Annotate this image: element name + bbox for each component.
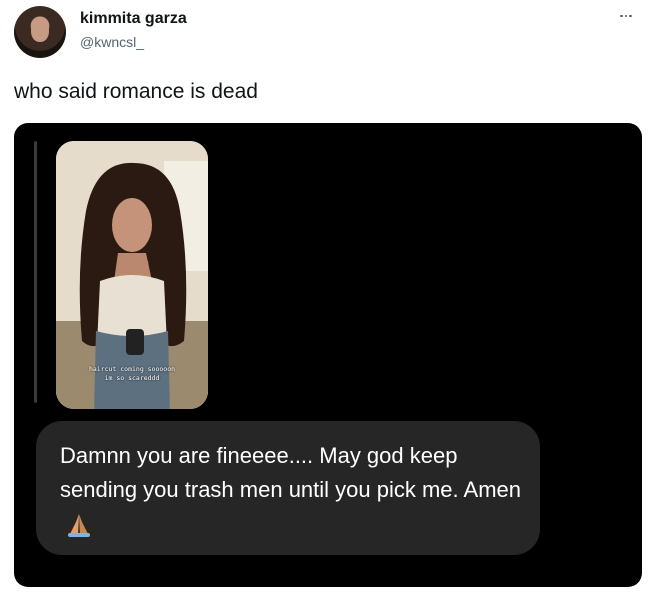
avatar[interactable] xyxy=(14,6,66,58)
praying-hands-icon xyxy=(68,514,90,538)
tweet-text: who said romance is dead xyxy=(14,80,258,103)
tweet-media-image[interactable]: haircut coming sooooon im so scareddd Da… xyxy=(14,123,642,587)
message-bubble: Damnn you are fineeee.... May god keep s… xyxy=(36,421,540,555)
user-handle[interactable]: @kwncsl_ xyxy=(80,34,144,50)
more-dot xyxy=(629,14,632,18)
message-text-content: Damnn you are fineeee.... May god keep s… xyxy=(60,443,522,502)
story-caption-line-2: im so scareddd xyxy=(104,374,160,382)
story-thumbnail: haircut coming sooooon im so scareddd xyxy=(56,141,208,409)
avatar-face xyxy=(31,18,49,42)
more-icon[interactable] xyxy=(614,8,638,24)
story-reply-bar xyxy=(34,141,37,403)
more-dot xyxy=(624,14,628,18)
display-name[interactable]: kimmita garza xyxy=(80,10,187,28)
story-caption-line-1: haircut coming sooooon xyxy=(88,365,176,373)
more-dot xyxy=(620,14,623,18)
message-text: Damnn you are fineeee.... May god keep s… xyxy=(60,439,530,541)
